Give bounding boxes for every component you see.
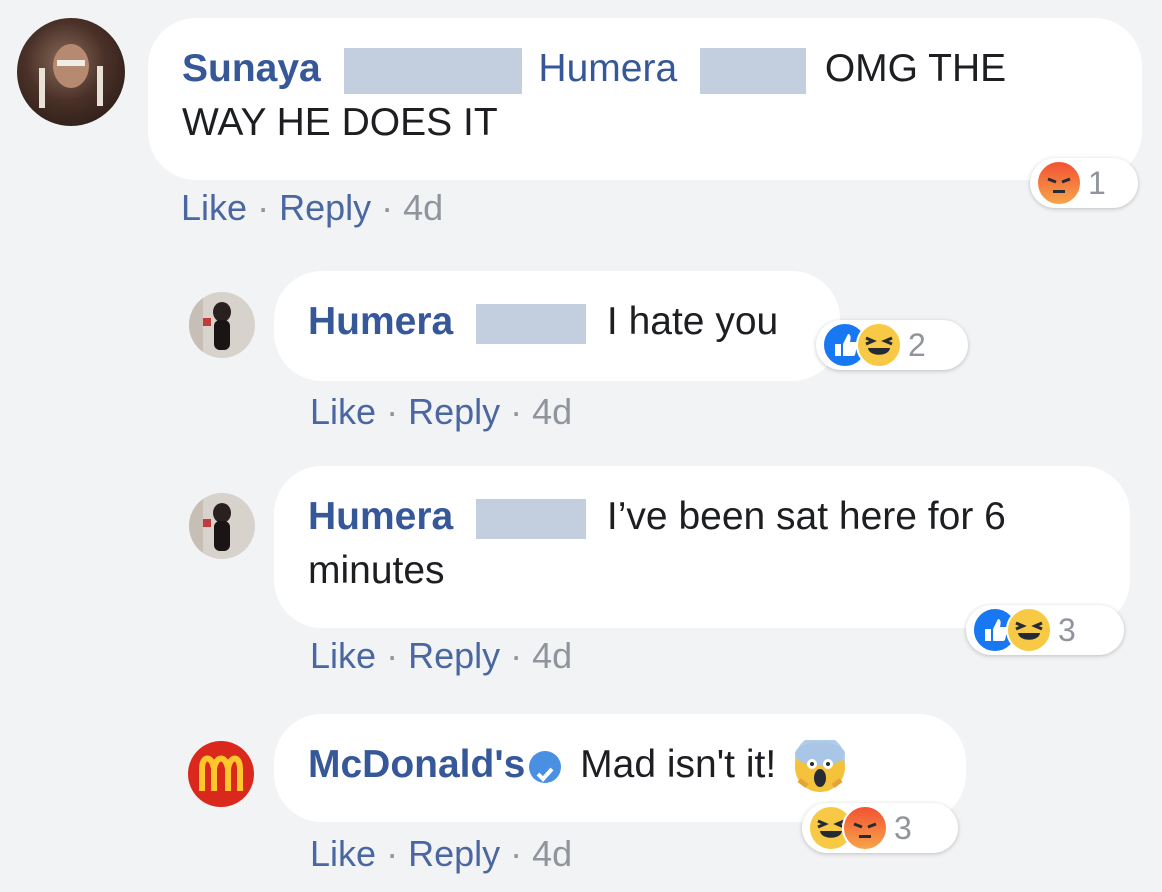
reactions-summary[interactable]: 3 (966, 605, 1124, 655)
reply-link[interactable]: Reply (408, 391, 500, 432)
haha-icon (856, 322, 902, 368)
separator: · (381, 187, 394, 228)
author-name[interactable]: McDonald's (308, 743, 525, 786)
comment-bubble: Humera I hate you (274, 271, 840, 381)
timestamp[interactable]: 4d (403, 187, 443, 228)
separator: · (510, 635, 523, 676)
comment-text: I hate you (606, 300, 779, 343)
separator: · (386, 833, 399, 874)
avatar-photo (189, 493, 231, 559)
comment-bubble: Sunaya Humera OMG THE WAY HE DOES IT (148, 18, 1142, 180)
author-name[interactable]: Sunaya (182, 47, 321, 90)
avatar-humera[interactable] (189, 292, 255, 358)
comment-bubble: Humera I’ve been sat here for 6 minutes (274, 466, 1130, 628)
comment-text: Mad isn't it! (580, 743, 777, 786)
avatar-humera[interactable] (189, 493, 255, 559)
angry-icon (1036, 160, 1082, 206)
comment-text: WAY HE DOES IT (182, 101, 498, 144)
author-name[interactable]: Humera (308, 300, 453, 343)
like-link[interactable]: Like (310, 833, 376, 874)
separator: · (386, 635, 399, 676)
reactions-summary[interactable]: 1 (1030, 158, 1138, 208)
timestamp[interactable]: 4d (532, 635, 572, 676)
scream-emoji-icon (793, 734, 847, 794)
avatar-mcdonalds[interactable] (188, 741, 254, 807)
reaction-count: 1 (1088, 164, 1106, 201)
separator: · (510, 391, 523, 432)
avatar-photo (189, 292, 231, 358)
reactions-summary[interactable]: 2 (816, 320, 968, 370)
haha-icon (1006, 607, 1052, 653)
comment-actions: Like · Reply · 4d (310, 636, 572, 676)
mcdonalds-logo-icon (199, 755, 243, 791)
reaction-count: 3 (1058, 611, 1076, 648)
avatar-photo (39, 44, 103, 108)
reply-link[interactable]: Reply (408, 635, 500, 676)
separator: · (257, 187, 270, 228)
redacted-surname (476, 498, 587, 539)
like-link[interactable]: Like (181, 187, 247, 228)
like-link[interactable]: Like (310, 635, 376, 676)
mention-link[interactable]: Humera (538, 47, 677, 90)
angry-icon (842, 805, 888, 851)
reply-link[interactable]: Reply (408, 833, 500, 874)
comment-actions: Like · Reply · 4d (181, 188, 443, 228)
redacted-surname (699, 47, 806, 94)
reply-link[interactable]: Reply (279, 187, 371, 228)
avatar-sunaya[interactable] (17, 18, 125, 126)
timestamp[interactable]: 4d (532, 391, 572, 432)
redacted-surname (343, 47, 522, 94)
separator: · (510, 833, 523, 874)
comment-text: OMG THE (824, 47, 1007, 90)
reactions-summary[interactable]: 3 (802, 803, 958, 853)
comment-text: I’ve been sat here for 6 (606, 495, 1006, 538)
comment-text: minutes (308, 549, 445, 592)
comment-actions: Like · Reply · 4d (310, 834, 572, 874)
timestamp[interactable]: 4d (532, 833, 572, 874)
reaction-count: 3 (894, 809, 912, 846)
reaction-count: 2 (908, 326, 926, 363)
author-name[interactable]: Humera (308, 495, 453, 538)
redacted-surname (476, 303, 587, 344)
verified-badge-icon (529, 750, 562, 783)
comment-actions: Like · Reply · 4d (310, 392, 572, 432)
separator: · (386, 391, 399, 432)
like-link[interactable]: Like (310, 391, 376, 432)
